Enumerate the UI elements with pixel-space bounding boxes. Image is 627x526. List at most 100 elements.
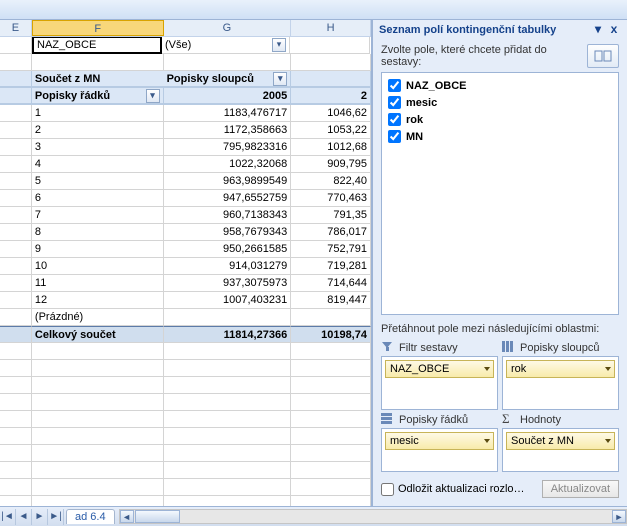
pivot-value-cell[interactable]: 752,791: [291, 241, 371, 258]
col-header-G[interactable]: G: [164, 20, 292, 36]
chip-rows[interactable]: mesic: [385, 432, 494, 450]
scroll-thumb[interactable]: [135, 510, 180, 523]
cell[interactable]: [32, 343, 164, 360]
cell[interactable]: [164, 496, 292, 506]
tab-nav-first[interactable]: |◄: [0, 509, 16, 525]
cell[interactable]: [291, 54, 371, 71]
pivot-row-label[interactable]: 1: [32, 105, 164, 122]
area-cols-box[interactable]: rok: [502, 356, 619, 410]
col-header-H[interactable]: H: [291, 20, 371, 36]
cell[interactable]: [164, 343, 292, 360]
horizontal-scrollbar[interactable]: ◄ ►: [119, 509, 627, 524]
pivot-year-col-next[interactable]: 2: [291, 88, 371, 104]
pivot-value-cell[interactable]: 960,7138343: [164, 207, 292, 224]
cell[interactable]: [0, 445, 32, 462]
cell[interactable]: [164, 394, 292, 411]
cell[interactable]: [0, 275, 32, 292]
pivot-value-cell[interactable]: 1046,62: [291, 105, 371, 122]
panel-title-bar[interactable]: Seznam polí kontingenční tabulky ▾ x: [373, 20, 627, 40]
update-button[interactable]: Aktualizovat: [542, 480, 619, 498]
pivot-value-cell[interactable]: 1053,22: [291, 122, 371, 139]
col-labels-cell[interactable]: Popisky sloupců ▾: [164, 71, 292, 87]
pivot-row-label[interactable]: 3: [32, 139, 164, 156]
pivot-row-label[interactable]: 8: [32, 224, 164, 241]
cell[interactable]: [0, 309, 32, 326]
cell[interactable]: [291, 428, 371, 445]
cell[interactable]: [291, 411, 371, 428]
field-item[interactable]: MN: [386, 128, 614, 145]
cell[interactable]: [0, 88, 32, 104]
data-field-label[interactable]: Součet z MN: [32, 71, 164, 87]
pivot-value-cell[interactable]: 822,40: [291, 173, 371, 190]
cell[interactable]: [0, 343, 32, 360]
active-cell-page-field-name[interactable]: NAZ_OBCE: [32, 37, 162, 54]
cell[interactable]: [291, 360, 371, 377]
grand-total-label[interactable]: Celkový součet: [32, 326, 164, 343]
cell[interactable]: [0, 224, 32, 241]
pivot-value-cell[interactable]: 947,6552759: [164, 190, 292, 207]
cell[interactable]: [0, 71, 32, 87]
cell[interactable]: [0, 156, 32, 173]
cell[interactable]: [32, 462, 164, 479]
row-labels-cell[interactable]: Popisky řádků ▾: [32, 88, 164, 104]
pivot-row-label[interactable]: 11: [32, 275, 164, 292]
cell[interactable]: [291, 445, 371, 462]
cell[interactable]: [0, 377, 32, 394]
cell[interactable]: [290, 37, 370, 54]
pivot-value-cell[interactable]: 909,795: [291, 156, 371, 173]
cell[interactable]: [0, 394, 32, 411]
cell[interactable]: [291, 462, 371, 479]
cell[interactable]: [0, 207, 32, 224]
field-list[interactable]: NAZ_OBCEmesicrokMN: [381, 72, 619, 315]
field-checkbox[interactable]: [388, 79, 401, 92]
cell[interactable]: [164, 445, 292, 462]
cell[interactable]: [32, 445, 164, 462]
cell[interactable]: [0, 462, 32, 479]
field-checkbox[interactable]: [388, 113, 401, 126]
cell[interactable]: [32, 54, 164, 71]
col-header-F[interactable]: F: [32, 20, 164, 36]
grand-total-h[interactable]: 10198,74: [291, 326, 371, 343]
tab-nav-prev[interactable]: ◄: [16, 509, 32, 525]
pivot-value-cell[interactable]: 719,281: [291, 258, 371, 275]
cell[interactable]: [164, 54, 292, 71]
chip-cols[interactable]: rok: [506, 360, 615, 378]
area-values-box[interactable]: Součet z MN: [502, 428, 619, 472]
pivot-value-cell[interactable]: 714,644: [291, 275, 371, 292]
cell[interactable]: [0, 54, 32, 71]
row-labels-dropdown[interactable]: ▾: [146, 89, 160, 103]
area-filter-box[interactable]: NAZ_OBCE: [381, 356, 498, 410]
pivot-value-cell[interactable]: 914,031279: [164, 258, 292, 275]
cell[interactable]: [164, 309, 292, 326]
scroll-right-icon[interactable]: ►: [612, 510, 626, 523]
pivot-value-cell[interactable]: 1007,403231: [164, 292, 292, 309]
cell[interactable]: [0, 190, 32, 207]
field-checkbox[interactable]: [388, 96, 401, 109]
cell[interactable]: [32, 360, 164, 377]
cell[interactable]: [0, 428, 32, 445]
pivot-row-label[interactable]: 5: [32, 173, 164, 190]
pivot-row-label[interactable]: 2: [32, 122, 164, 139]
col-labels-dropdown[interactable]: ▾: [273, 72, 287, 86]
cell[interactable]: [0, 258, 32, 275]
close-icon[interactable]: x: [607, 24, 621, 36]
pivot-value-cell[interactable]: 950,2661585: [164, 241, 292, 258]
cell[interactable]: [32, 377, 164, 394]
cell[interactable]: [164, 411, 292, 428]
field-item[interactable]: rok: [386, 111, 614, 128]
cell[interactable]: [0, 139, 32, 156]
field-item[interactable]: NAZ_OBCE: [386, 77, 614, 94]
cell[interactable]: [164, 428, 292, 445]
cell[interactable]: [0, 173, 32, 190]
cell[interactable]: [0, 122, 32, 139]
scroll-left-icon[interactable]: ◄: [120, 510, 134, 523]
cell[interactable]: [32, 479, 164, 496]
pivot-value-cell[interactable]: 791,35: [291, 207, 371, 224]
cell[interactable]: [32, 496, 164, 506]
cell[interactable]: [0, 105, 32, 122]
defer-update-checkbox[interactable]: [381, 483, 394, 496]
cell[interactable]: [0, 326, 32, 343]
grand-total-g[interactable]: 11814,27366: [164, 326, 292, 343]
cell[interactable]: [0, 360, 32, 377]
page-field-dropdown[interactable]: ▾: [272, 38, 286, 52]
